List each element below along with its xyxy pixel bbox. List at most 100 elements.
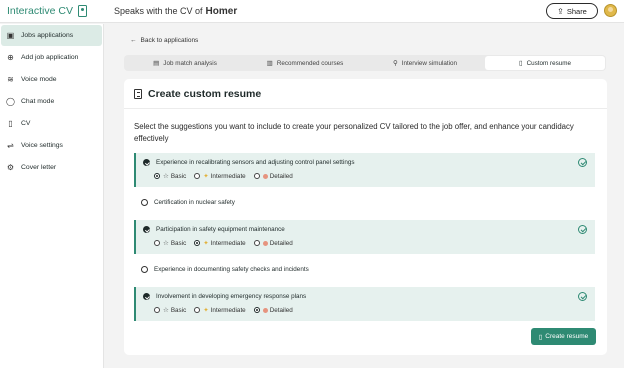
level-radio[interactable] — [253, 173, 260, 179]
level-basic-option[interactable]: ☆ Basic — [154, 239, 186, 247]
star-icon: ☆ — [163, 173, 169, 180]
level-basic-option[interactable]: ☆ Basic — [154, 306, 186, 314]
tab-label: Interview simulation — [401, 59, 458, 67]
level-label: Intermediate — [210, 172, 246, 180]
suggestion-checkbox[interactable] — [143, 226, 150, 233]
suggestion-checkbox[interactable] — [141, 266, 148, 273]
document-icon: ▯ — [8, 119, 13, 128]
sidebar-item-label: CV — [21, 120, 31, 127]
sidebar-item-add-job-application[interactable]: ⊕ Add job application — [1, 47, 102, 68]
detail-level-group: ☆ Basic ✦ Intermediate Detailed — [154, 239, 293, 247]
book-icon: ▥ — [266, 60, 273, 67]
tab-label: Job match analysis — [163, 59, 217, 67]
tab-label: Recommended courses — [276, 59, 344, 67]
suggestion-checkbox[interactable] — [143, 293, 150, 300]
document-icon: ▯ — [518, 60, 523, 67]
level-radio[interactable] — [194, 240, 201, 246]
top-bar: Interactive CV Speaks with the CV of Home… — [0, 0, 624, 23]
sliders-icon: ⇌ — [7, 141, 14, 150]
sidebar-item-label: Voice settings — [21, 142, 63, 149]
page-title-prefix: Speaks with the CV of — [114, 6, 203, 16]
sidebar-item-jobs-applications[interactable]: ▣ Jobs applications — [1, 25, 102, 46]
sidebar: ▣ Jobs applications ⊕ Add job applicatio… — [0, 24, 104, 368]
card-title: Create custom resume — [148, 87, 262, 100]
check-circle-icon — [578, 158, 587, 167]
back-to-applications-link[interactable]: ← Back to applications — [130, 37, 198, 44]
level-basic-option[interactable]: ☆ Basic — [154, 172, 186, 180]
document-icon: ▯ — [538, 333, 543, 341]
suggestion-checkbox[interactable] — [141, 199, 148, 206]
level-intermediate-option[interactable]: ✦ Intermediate — [194, 306, 246, 314]
sidebar-item-label: Voice mode — [21, 76, 57, 83]
sidebar-item-label: Add job application — [21, 54, 79, 61]
level-label: Intermediate — [210, 306, 246, 314]
sidebar-item-voice-mode[interactable]: ≋ Voice mode — [1, 69, 102, 90]
level-label: Basic — [170, 172, 187, 180]
check-circle-icon — [578, 225, 587, 234]
arrow-left-icon: ← — [130, 37, 137, 44]
sidebar-item-cover-letter[interactable]: ⚙ Cover letter — [1, 157, 102, 178]
tab-recommended-courses[interactable]: ▥ Recommended courses — [245, 56, 365, 70]
sidebar-item-label: Cover letter — [21, 164, 57, 171]
instructions-text: Select the suggestions you want to inclu… — [134, 122, 574, 143]
suggestion-item[interactable]: Participation in safety equipment mainte… — [134, 220, 595, 254]
level-radio[interactable] — [194, 307, 201, 313]
sparkle-icon: ✦ — [203, 240, 209, 247]
level-label: Detailed — [269, 172, 293, 180]
chat-icon: ◯ — [6, 97, 15, 106]
suggestion-checkbox[interactable] — [143, 159, 150, 166]
sidebar-item-voice-settings[interactable]: ⇌ Voice settings — [1, 135, 102, 156]
sidebar-item-chat-mode[interactable]: ◯ Chat mode — [1, 91, 102, 112]
level-detailed-option[interactable]: Detailed — [253, 172, 293, 180]
app-logo[interactable]: Interactive CV — [7, 5, 87, 17]
id-card-icon — [77, 5, 87, 17]
create-resume-button[interactable]: ▯ Create resume — [531, 328, 596, 345]
level-radio[interactable] — [154, 240, 160, 246]
back-label: Back to applications — [140, 37, 199, 44]
tab-interview-simulation[interactable]: ⚲ Interview simulation — [365, 56, 485, 70]
star-icon: ☆ — [163, 307, 169, 314]
avatar[interactable] — [604, 4, 617, 17]
sidebar-item-label: Jobs applications — [21, 32, 74, 39]
level-label: Detailed — [269, 239, 293, 247]
suggestion-text: Involvement in developing emergency resp… — [156, 293, 307, 300]
check-circle-icon — [578, 292, 587, 301]
waveform-icon: ≋ — [7, 75, 14, 84]
sidebar-item-cv[interactable]: ▯ CV — [1, 113, 102, 134]
level-radio[interactable] — [194, 173, 201, 179]
tab-custom-resume[interactable]: ▯ Custom resume — [485, 56, 605, 70]
level-radio[interactable] — [154, 307, 160, 313]
level-detailed-option[interactable]: Detailed — [253, 306, 293, 314]
level-radio[interactable] — [253, 240, 260, 246]
share-button[interactable]: ⇪ Share — [546, 3, 598, 19]
suggestion-item[interactable]: Involvement in developing emergency resp… — [134, 287, 595, 321]
detailed-dot-icon — [262, 240, 268, 246]
level-label: Detailed — [269, 306, 293, 314]
create-resume-label: Create resume — [545, 333, 589, 340]
card-header: Create custom resume — [124, 79, 607, 109]
app-logo-text: Interactive CV — [7, 5, 73, 17]
level-radio[interactable] — [253, 307, 260, 313]
detail-level-group: ☆ Basic ✦ Intermediate Detailed — [154, 172, 293, 180]
briefcase-icon: ▣ — [6, 31, 15, 40]
level-radio[interactable] — [154, 173, 160, 179]
document-icon — [134, 88, 142, 99]
level-label: Basic — [170, 306, 187, 314]
plus-circle-icon: ⊕ — [7, 53, 14, 62]
suggestion-text: Participation in safety equipment mainte… — [156, 226, 285, 233]
suggestion-item[interactable]: Experience in documenting safety checks … — [134, 262, 595, 278]
page-title: Speaks with the CV of Homer — [114, 6, 237, 17]
level-label: Basic — [170, 239, 187, 247]
user-icon: ⚲ — [392, 60, 398, 67]
level-intermediate-option[interactable]: ✦ Intermediate — [194, 172, 246, 180]
level-label: Intermediate — [210, 239, 246, 247]
level-detailed-option[interactable]: Detailed — [253, 239, 293, 247]
suggestion-item[interactable]: Certification in nuclear safety — [134, 195, 595, 211]
tab-job-match-analysis[interactable]: ▤ Job match analysis — [125, 56, 245, 70]
detailed-dot-icon — [262, 173, 268, 179]
sparkle-icon: ✦ — [203, 173, 209, 180]
level-intermediate-option[interactable]: ✦ Intermediate — [194, 239, 246, 247]
suggestion-item[interactable]: Experience in recalibrating sensors and … — [134, 153, 595, 187]
suggestion-text: Experience in documenting safety checks … — [154, 266, 309, 273]
suggestion-text: Certification in nuclear safety — [154, 199, 235, 206]
